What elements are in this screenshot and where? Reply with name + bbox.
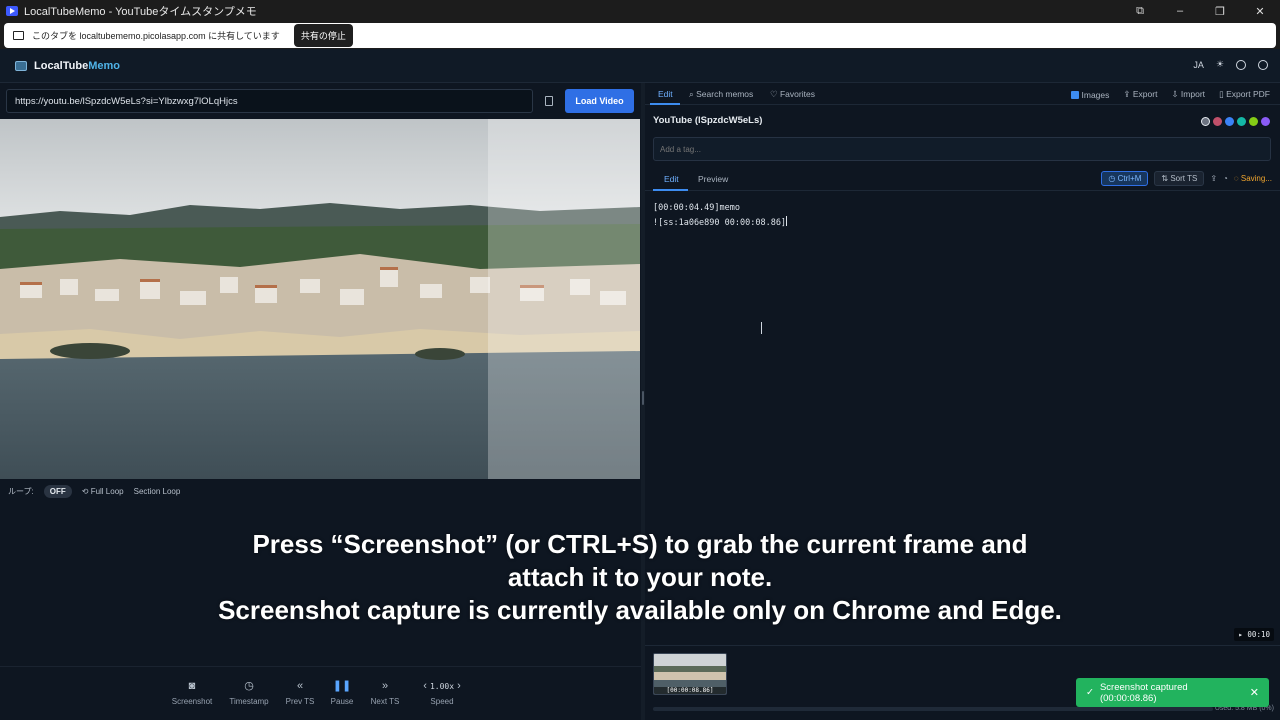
- section-loop-button[interactable]: Section Loop: [134, 487, 181, 496]
- screenshot-toast: ✓ Screenshot captured (00:00:08.86) ✕: [1076, 678, 1269, 707]
- load-video-button[interactable]: Load Video: [565, 89, 634, 113]
- next-ts-button[interactable]: » Next TS: [360, 679, 410, 706]
- speed-control[interactable]: ‹ 1.00x › Speed: [417, 679, 467, 706]
- language-button[interactable]: JA: [1193, 60, 1204, 70]
- url-input[interactable]: [6, 89, 533, 113]
- maximize-button[interactable]: ❐: [1200, 5, 1240, 18]
- color-swatch-gray[interactable]: [1201, 117, 1210, 126]
- color-swatch-red[interactable]: [1213, 117, 1222, 126]
- speed-value: 1.00x: [429, 682, 455, 691]
- tab-favorites[interactable]: ♡ Favorites: [770, 89, 815, 100]
- app-icon: [6, 6, 18, 16]
- double-chevron-right-icon: »: [381, 680, 389, 692]
- close-icon[interactable]: ✕: [1250, 686, 1259, 699]
- saving-status: ◌ Saving...: [1233, 173, 1272, 183]
- stop-sharing-button[interactable]: 共有の停止: [293, 24, 353, 47]
- app-logo: LocalTubeMemo: [34, 59, 120, 72]
- download-icon: ⇩: [1171, 89, 1181, 99]
- tag-color-picker: [1201, 117, 1270, 126]
- subtab-edit[interactable]: Edit: [664, 174, 679, 184]
- color-swatch-purple[interactable]: [1261, 117, 1270, 126]
- settings-icon[interactable]: [1236, 59, 1246, 70]
- color-swatch-blue[interactable]: [1225, 117, 1234, 126]
- tag-input[interactable]: [653, 137, 1271, 161]
- repeat-icon: ⟲: [81, 487, 91, 496]
- file-icon: ▯: [1219, 89, 1227, 99]
- import-button[interactable]: ⇩ Import: [1171, 89, 1205, 100]
- app-header: LocalTubeMemo JA ☀: [0, 49, 1280, 83]
- toast-message: Screenshot captured (00:00:08.86): [1099, 681, 1188, 704]
- speed-up-icon[interactable]: ›: [454, 680, 461, 692]
- export-pdf-button[interactable]: ▯ Export PDF: [1219, 89, 1270, 100]
- theme-toggle-icon[interactable]: ☀: [1216, 59, 1224, 70]
- color-swatch-green[interactable]: [1249, 117, 1258, 126]
- sort-icon: ⇅: [1161, 173, 1171, 183]
- camera-icon: ◙: [188, 680, 196, 692]
- caption-line: Press “Screenshot” (or CTRL+S) to grab t…: [252, 529, 1028, 559]
- editor-line: [00:00:04.49]memo: [653, 203, 740, 213]
- screen-share-icon: [13, 31, 24, 40]
- editor-subtabs: Edit Preview ◷ Ctrl+M ⇅ Sort TS ⇪ ◔ ◌ Sa…: [645, 169, 1280, 191]
- loop-toggle[interactable]: OFF: [43, 485, 72, 498]
- loop-label: ループ:: [8, 487, 34, 496]
- export-button[interactable]: ⇪ Export: [1123, 89, 1157, 100]
- help-icon[interactable]: [1258, 59, 1268, 70]
- screenshot-thumbnail[interactable]: [00:00:08.86]: [653, 653, 727, 695]
- upload-icon: ⇪: [1123, 89, 1133, 99]
- close-button[interactable]: ✕: [1240, 5, 1280, 18]
- images-checkbox[interactable]: Images: [1070, 90, 1109, 100]
- share-message: このタブを localtubememo.picolasapp.com に共有して…: [32, 31, 280, 41]
- thumbnail-timestamp: [00:00:08.86]: [654, 687, 726, 694]
- tutorial-caption: Press “Screenshot” (or CTRL+S) to grab t…: [0, 528, 1280, 627]
- window-titlebar: LocalTubeMemo - YouTubeタイムスタンプメモ ⧉ – ❐ ✕: [0, 0, 1280, 22]
- clipboard-icon[interactable]: [545, 96, 553, 106]
- speed-down-icon[interactable]: ‹: [423, 680, 430, 692]
- heart-icon: ♡: [770, 89, 780, 99]
- caption-line: attach it to your note.: [507, 562, 773, 592]
- horizontal-scrollbar[interactable]: [653, 707, 1213, 711]
- loop-bar: ループ: OFF ⟲ Full Loop Section Loop: [8, 485, 180, 498]
- history-icon[interactable]: ◔: [1223, 174, 1228, 183]
- memo-tabs: Edit ⌕ Search memos ♡ Favorites Images ⇪…: [645, 83, 1280, 105]
- cast-icon[interactable]: ⧉: [1120, 5, 1160, 18]
- clock-icon: ◷: [1108, 173, 1118, 183]
- subtab-preview[interactable]: Preview: [698, 174, 728, 184]
- timestamp-button[interactable]: ◷ Timestamp: [224, 679, 274, 706]
- check-icon: ✓: [1086, 687, 1094, 698]
- ctrl-m-button[interactable]: ◷ Ctrl+M: [1101, 170, 1149, 186]
- mouse-ibeam-cursor: [761, 322, 765, 334]
- minimize-button[interactable]: –: [1160, 5, 1200, 17]
- player-controls: ◙ Screenshot ◷ Timestamp « Prev TS ❚❚ Pa…: [0, 666, 641, 720]
- url-row: Load Video: [6, 89, 634, 113]
- window-title: LocalTubeMemo - YouTubeタイムスタンプメモ: [24, 6, 257, 18]
- time-badge: ▸ 00:10: [1234, 628, 1274, 641]
- share-bar: このタブを localtubememo.picolasapp.com に共有して…: [0, 22, 1280, 49]
- color-swatch-teal[interactable]: [1237, 117, 1246, 126]
- upload-icon[interactable]: ⇪: [1210, 174, 1217, 183]
- video-player[interactable]: [0, 119, 640, 479]
- clock-icon: ◷: [244, 680, 254, 692]
- memo-title: YouTube (lSpzdcW5eLs): [653, 115, 763, 126]
- memo-editor[interactable]: [00:00:04.49]memo ![ss:1a06e890 00:00:08.…: [653, 201, 788, 231]
- caption-line: Screenshot capture is currently availabl…: [218, 595, 1062, 625]
- sort-ts-button[interactable]: ⇅ Sort TS: [1154, 170, 1205, 186]
- logo-icon: [15, 60, 27, 71]
- checkbox-icon: [1070, 90, 1079, 99]
- video-frame: [0, 119, 640, 479]
- full-loop-button[interactable]: ⟲ Full Loop: [82, 487, 124, 496]
- spinner-icon: ◌: [1233, 173, 1241, 183]
- text-cursor: [786, 216, 788, 226]
- screenshot-button[interactable]: ◙ Screenshot: [167, 679, 217, 706]
- tab-search-memos[interactable]: ⌕ Search memos: [689, 89, 753, 100]
- editor-line: ![ss:1a06e890 00:00:08.86]: [653, 216, 788, 228]
- tab-edit[interactable]: Edit: [658, 89, 673, 99]
